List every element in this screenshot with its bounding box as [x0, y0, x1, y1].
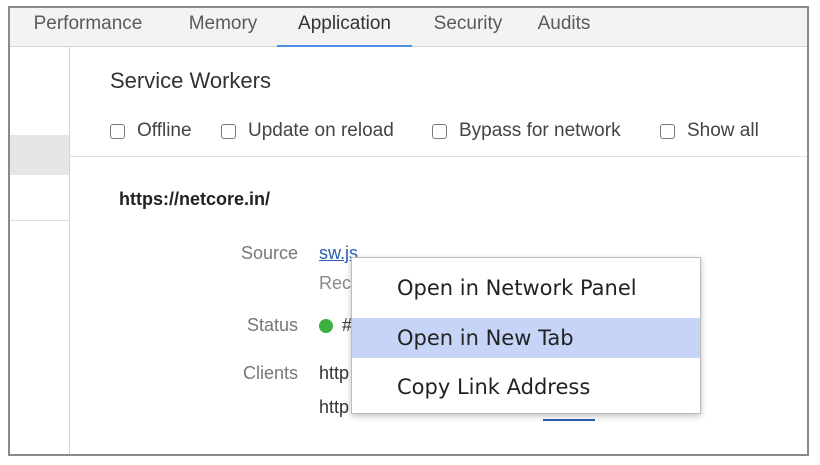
- show-all-checkbox-label: Show all: [687, 120, 759, 141]
- section-title: Service Workers: [110, 68, 271, 93]
- devtools-tab-bar: Performance Memory Application Security …: [10, 8, 807, 47]
- client-url-1[interactable]: http: [319, 363, 349, 384]
- menu-item-open-in-new-tab[interactable]: Open in New Tab: [352, 318, 700, 358]
- bypass-for-network-checkbox[interactable]: Bypass for network: [432, 120, 621, 142]
- devtools-window: Performance Memory Application Security …: [8, 6, 809, 456]
- update-on-reload-checkbox[interactable]: Update on reload: [221, 120, 394, 142]
- sidebar-divider: [10, 220, 69, 221]
- worker-origin: https://netcore.in/: [119, 189, 271, 209]
- client-focus-link[interactable]: [543, 419, 595, 421]
- offline-checkbox-box[interactable]: [110, 123, 125, 139]
- tab-memory[interactable]: Memory: [175, 8, 271, 46]
- offline-checkbox[interactable]: Offline: [110, 120, 192, 142]
- section-divider: [70, 156, 807, 157]
- menu-item-open-in-network-panel[interactable]: Open in Network Panel: [352, 268, 700, 308]
- update-on-reload-checkbox-box[interactable]: [221, 123, 236, 139]
- tab-application[interactable]: Application: [277, 8, 412, 47]
- source-label: Source: [240, 243, 298, 263]
- offline-checkbox-label: Offline: [137, 120, 192, 141]
- tab-performance[interactable]: Performance: [24, 8, 152, 46]
- sidebar-item-service-workers[interactable]: [10, 135, 69, 175]
- status-indicator-dot: [319, 319, 333, 333]
- application-sidebar: [10, 47, 70, 454]
- update-on-reload-checkbox-label: Update on reload: [248, 120, 394, 141]
- tab-security[interactable]: Security: [421, 8, 515, 46]
- client-url-2[interactable]: http: [319, 397, 349, 418]
- show-all-checkbox[interactable]: Show all: [660, 120, 759, 142]
- menu-item-copy-link-address[interactable]: Copy Link Address: [352, 367, 700, 407]
- tab-audits[interactable]: Audits: [528, 8, 600, 46]
- received-text: Rec: [319, 273, 352, 293]
- status-label: Status: [246, 315, 298, 335]
- bypass-for-network-checkbox-box[interactable]: [432, 123, 447, 139]
- show-all-checkbox-box[interactable]: [660, 123, 675, 139]
- clients-label: Clients: [242, 363, 298, 383]
- bypass-for-network-checkbox-label: Bypass for network: [459, 120, 621, 141]
- context-menu: Open in Network Panel Open in New Tab Co…: [351, 257, 701, 414]
